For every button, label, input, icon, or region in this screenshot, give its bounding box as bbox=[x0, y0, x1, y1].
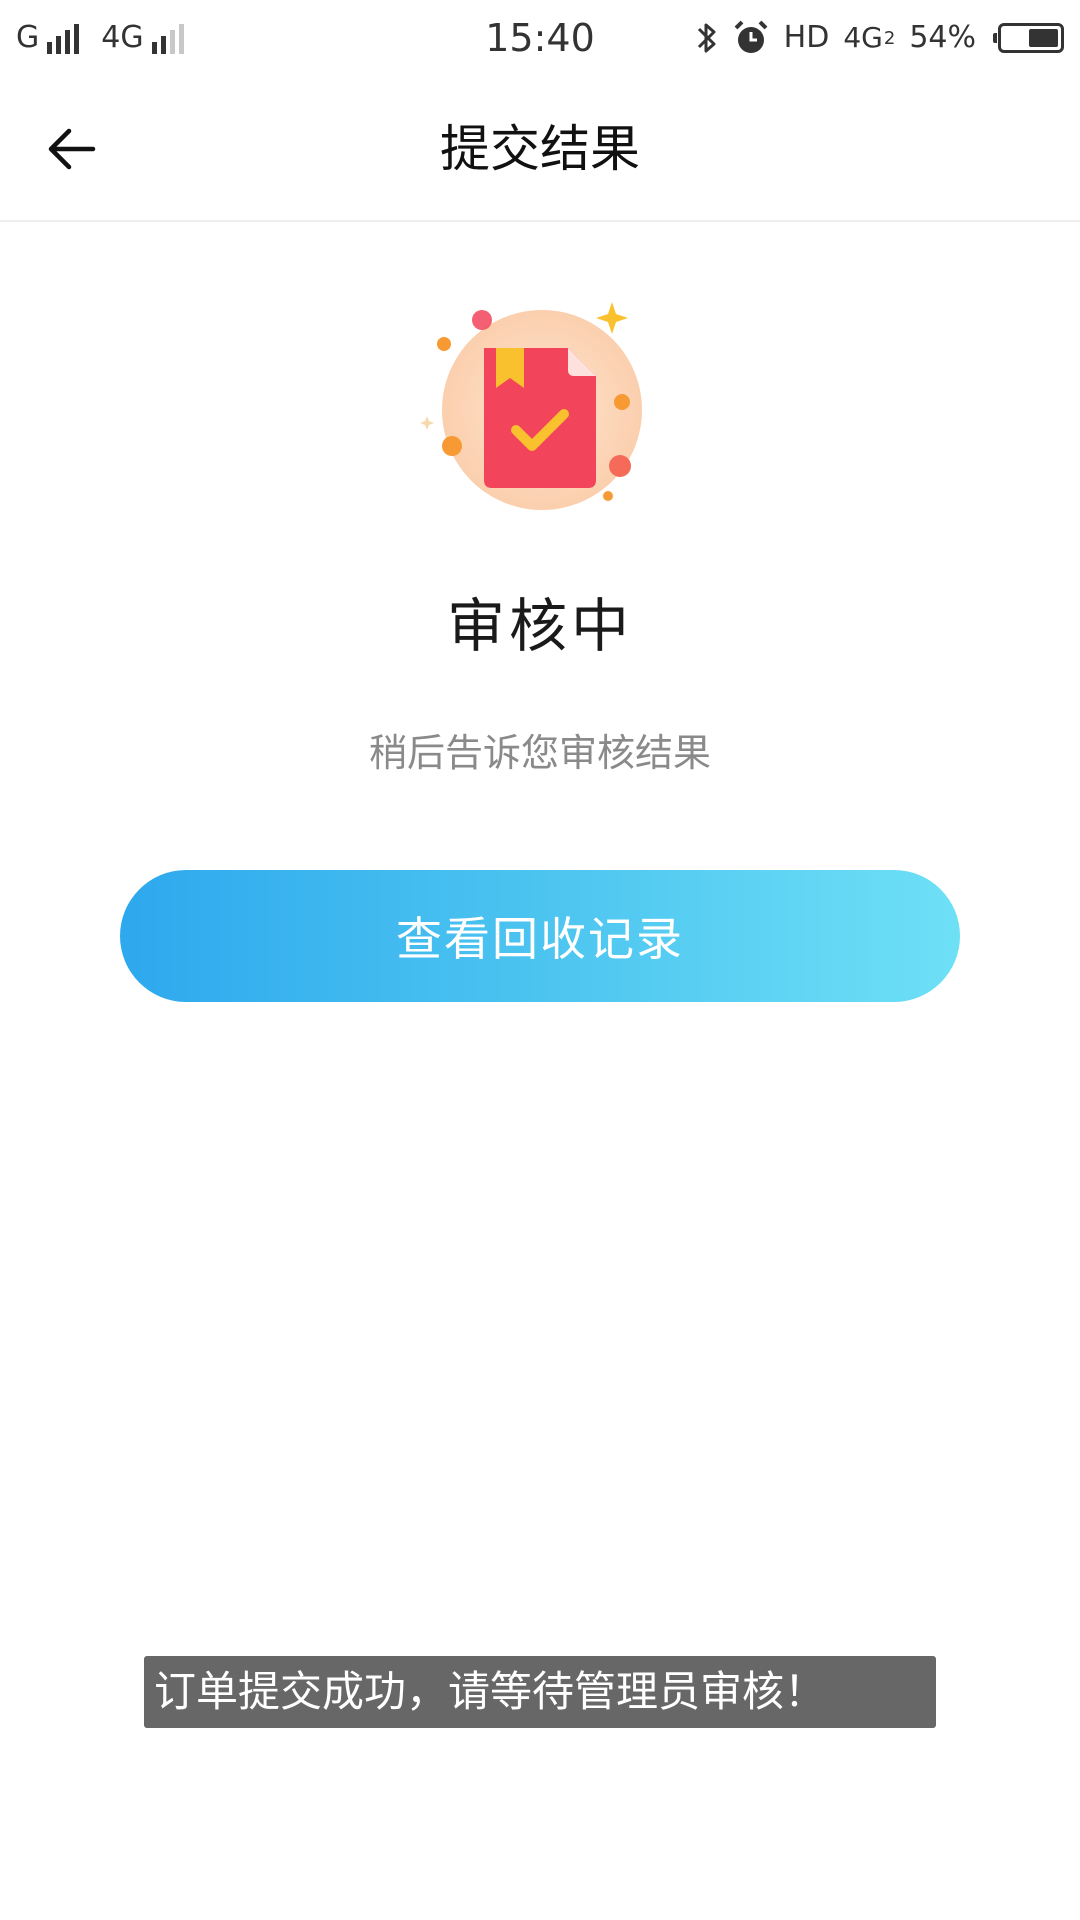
battery-fill bbox=[1029, 29, 1058, 47]
screen: G 4G 15:40 HD 4G 2 54% 提交结果 审核中 稍后告诉您审核结… bbox=[0, 0, 1080, 1920]
network-sub-label: 2 bbox=[883, 27, 896, 49]
view-records-button[interactable]: 查看回收记录 bbox=[120, 870, 960, 1002]
status-bar: G 4G 15:40 HD 4G 2 54% bbox=[0, 0, 1080, 76]
toast-message: 订单提交成功，请等待管理员审核！ bbox=[144, 1656, 936, 1728]
view-records-label: 查看回收记录 bbox=[396, 912, 684, 966]
bluetooth-icon bbox=[696, 20, 718, 56]
network-4g-icon: 4G 2 bbox=[843, 16, 895, 60]
document-check-icon bbox=[420, 290, 660, 530]
battery-percent: 54% bbox=[909, 20, 976, 55]
nav-bar: 提交结果 bbox=[0, 76, 1080, 222]
page-title: 提交结果 bbox=[440, 120, 640, 178]
alarm-icon bbox=[732, 19, 770, 57]
battery-icon bbox=[990, 23, 1064, 53]
hd-label: HD bbox=[783, 20, 830, 55]
network-label: 4G bbox=[843, 21, 883, 54]
status-title: 审核中 bbox=[446, 592, 633, 660]
status-description: 稍后告诉您审核结果 bbox=[368, 731, 711, 775]
status-bar-right: HD 4G 2 54% bbox=[682, 14, 1064, 62]
